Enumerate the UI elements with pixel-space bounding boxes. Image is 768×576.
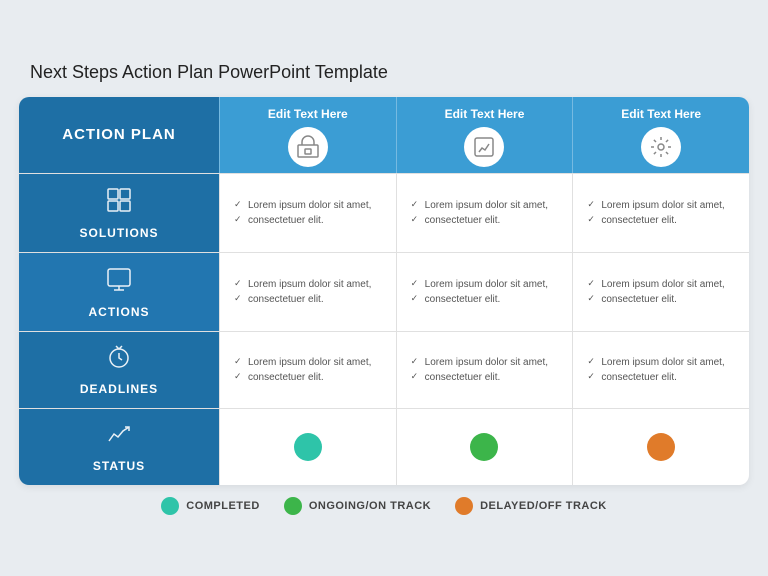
deadlines-icon [106,344,132,376]
solutions-text: SOLUTIONS [79,226,158,240]
col2-icon [464,127,504,167]
page-title: Next Steps Action Plan PowerPoint Templa… [30,62,388,83]
deadlines-row: DEADLINES Lorem ipsum dolor sit amet, co… [19,331,749,408]
actions-row: ACTIONS Lorem ipsum dolor sit amet, cons… [19,252,749,331]
status-text: STATUS [93,459,145,473]
deadlines-text: DEADLINES [80,382,158,396]
legend-ongoing: ONGOING/ON TRACK [284,497,431,515]
legend-label-ongoing: ONGOING/ON TRACK [309,500,431,512]
actions-cell-2: Lorem ipsum dolor sit amet, consectetuer… [396,253,573,331]
table-header: ACTION PLAN Edit Text Here Edit Text Her… [19,97,749,173]
solutions-label: SOLUTIONS [19,174,219,252]
actions-icon [105,265,133,299]
col1-header: Edit Text Here [219,97,396,173]
status-cell-3 [572,409,749,485]
actions-text: ACTIONS [89,305,150,319]
actions-label: ACTIONS [19,253,219,331]
status-dot-1 [294,433,322,461]
legend: COMPLETED ONGOING/ON TRACK DELAYED/OFF T… [161,497,607,515]
legend-label-delayed: DELAYED/OFF TRACK [480,500,607,512]
status-dot-3 [647,433,675,461]
deadlines-label: DEADLINES [19,332,219,408]
legend-dot-ongoing [284,497,302,515]
col1-icon [288,127,328,167]
deadlines-cell-1: Lorem ipsum dolor sit amet, consectetuer… [219,332,396,408]
action-plan-card: ACTION PLAN Edit Text Here Edit Text Her… [19,97,749,485]
status-icon [106,421,132,453]
status-dot-2 [470,433,498,461]
solutions-cell-1: Lorem ipsum dolor sit amet, consectetuer… [219,174,396,252]
solutions-cell-3: Lorem ipsum dolor sit amet, consectetuer… [572,174,749,252]
solutions-row: SOLUTIONS Lorem ipsum dolor sit amet, co… [19,173,749,252]
deadlines-cell-2: Lorem ipsum dolor sit amet, consectetuer… [396,332,573,408]
legend-label-completed: COMPLETED [186,500,260,512]
solutions-cell-2: Lorem ipsum dolor sit amet, consectetuer… [396,174,573,252]
legend-dot-completed [161,497,179,515]
col3-header: Edit Text Here [572,97,749,173]
action-plan-header: ACTION PLAN [19,97,219,173]
actions-cell-3: Lorem ipsum dolor sit amet, consectetuer… [572,253,749,331]
solutions-icon [105,186,133,220]
col3-icon [641,127,681,167]
actions-cell-1: Lorem ipsum dolor sit amet, consectetuer… [219,253,396,331]
status-cell-2 [396,409,573,485]
col2-header: Edit Text Here [396,97,573,173]
status-label: STATUS [19,409,219,485]
status-cell-1 [219,409,396,485]
legend-completed: COMPLETED [161,497,260,515]
status-row: STATUS [19,408,749,485]
legend-delayed: DELAYED/OFF TRACK [455,497,607,515]
deadlines-cell-3: Lorem ipsum dolor sit amet, consectetuer… [572,332,749,408]
legend-dot-delayed [455,497,473,515]
